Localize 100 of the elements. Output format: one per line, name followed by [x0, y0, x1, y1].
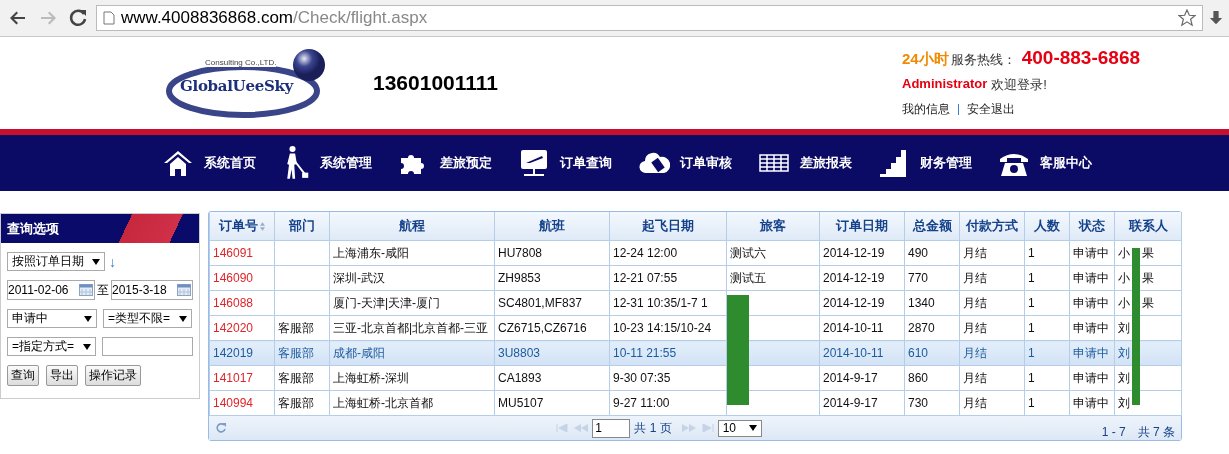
table-cell: [274, 290, 330, 316]
date-field[interactable]: 2015-3-18: [111, 280, 193, 300]
header-link[interactable]: 我的信息: [902, 101, 950, 118]
calendar-icon[interactable]: [177, 284, 191, 296]
column-header[interactable]: 航程: [329, 212, 495, 241]
url-text: www.4008836868.com/Check/flight.aspx: [121, 8, 428, 28]
nav-link[interactable]: 系统首页: [204, 154, 256, 172]
table-cell: 770: [904, 265, 960, 291]
logo-tagline: Consulting Co.,LTD.: [205, 59, 277, 67]
table-cell: 测试六: [726, 240, 820, 266]
table-cell: 10-23 14:15/10-24: [609, 315, 727, 341]
query-button[interactable]: 操作记录: [85, 365, 141, 386]
refresh-icon[interactable]: [215, 422, 227, 434]
nav-link[interactable]: 差旅预定: [440, 154, 492, 172]
table-cell: [274, 265, 330, 291]
table-cell: 1: [1024, 390, 1070, 416]
table-cell: 9-27 11:00: [609, 390, 727, 416]
nav-link[interactable]: 订单查询: [560, 154, 612, 172]
date-field[interactable]: 2011-02-06: [7, 280, 95, 300]
table-cell: 月结: [959, 240, 1025, 266]
table-cell: 申请中: [1069, 265, 1115, 291]
table-cell: 2870: [904, 315, 960, 341]
table-cell: [274, 240, 330, 266]
query-button[interactable]: 查询: [7, 365, 39, 386]
last-page-icon[interactable]: [701, 424, 714, 432]
status-select[interactable]: 申请中: [7, 309, 97, 328]
table-cell: 140994: [209, 390, 275, 416]
table-cell: 月结: [959, 290, 1025, 316]
table-cell: 12-24 12:00: [609, 240, 727, 266]
address-bar[interactable]: www.4008836868.com/Check/flight.aspx: [96, 5, 1203, 31]
column-header[interactable]: 状态: [1069, 212, 1115, 241]
table-cell: 三亚-北京首都|北京首都-三亚: [329, 315, 495, 341]
header-link[interactable]: 安全退出: [967, 101, 1015, 118]
page-size-select[interactable]: 10: [717, 419, 762, 437]
column-header[interactable]: 旅客: [726, 212, 820, 241]
table-cell: 上海浦东-咸阳: [329, 240, 495, 266]
type-select[interactable]: =类型不限=: [103, 309, 192, 328]
to-label: 至: [97, 281, 109, 299]
table-cell: 申请中: [1069, 290, 1115, 316]
table-cell: 141017: [209, 365, 275, 391]
welcome-text: 欢迎登录!: [991, 76, 1047, 94]
table-cell: 上海虹桥-深圳: [329, 365, 495, 391]
date-type-select[interactable]: 按照订单日期: [7, 252, 105, 271]
sort-icon[interactable]: [260, 222, 265, 232]
table-row[interactable]: 142019 客服部 成都-咸阳 3U8803 10-11 21:55 2014-10-11 610 月结 1 申请中 刘: [209, 340, 1182, 366]
method-select[interactable]: =指定方式=: [7, 337, 97, 356]
next-page-icon[interactable]: [681, 424, 696, 432]
table-row[interactable]: 146091 上海浦东-咸阳 HU7808 12-24 12:00 测试六 2014-12-19 490 月结 1 申请中 小 果: [209, 240, 1182, 266]
column-header[interactable]: 人数: [1024, 212, 1070, 241]
nav-link[interactable]: 客服中心: [1040, 154, 1092, 172]
page-count: 共 1 页: [634, 419, 672, 437]
column-header[interactable]: 航班: [494, 212, 610, 241]
table-cell: 申请中: [1069, 365, 1115, 391]
query-button[interactable]: 导出: [46, 365, 78, 386]
table-cell: 1: [1024, 315, 1070, 341]
table-cell: 1: [1024, 265, 1070, 291]
column-header[interactable]: 付款方式: [959, 212, 1025, 241]
nav-link[interactable]: 差旅报表: [800, 154, 852, 172]
table-cell: 客服部: [274, 390, 330, 416]
table-cell: 客服部: [274, 315, 330, 341]
table-cell: 上海虹桥-北京首都: [329, 390, 495, 416]
table-cell: 2014-12-19: [819, 265, 905, 291]
table-cell: 1: [1024, 365, 1070, 391]
column-header[interactable]: 部门: [274, 212, 330, 241]
input-field[interactable]: [102, 337, 193, 356]
column-header[interactable]: 总金额: [904, 212, 960, 241]
table-cell: 142019: [209, 340, 275, 366]
table-cell: 2014-10-11: [819, 340, 905, 366]
nav-link[interactable]: 财务管理: [920, 154, 972, 172]
table-cell: 成都-咸阳: [329, 340, 495, 366]
table-cell: 142020: [209, 315, 275, 341]
table-cell: 申请中: [1069, 240, 1115, 266]
column-header[interactable]: 订单号: [209, 212, 275, 241]
table-cell: 2014-12-19: [819, 290, 905, 316]
first-page-icon[interactable]: [556, 424, 569, 432]
download-icon[interactable]: [1209, 9, 1223, 27]
table-cell: 2014-9-17: [819, 365, 905, 391]
record-summary: 1 - 7 共 7 条: [1101, 423, 1175, 441]
hours-label: 24小时: [902, 50, 949, 69]
table-cell: 深圳-武汉: [329, 265, 495, 291]
column-header[interactable]: 联系人: [1114, 212, 1182, 241]
table-cell: 730: [904, 390, 960, 416]
page-field[interactable]: 1: [592, 418, 631, 438]
previous-page-icon[interactable]: [574, 424, 589, 432]
table-cell: 1: [1024, 290, 1070, 316]
table-cell: 10-11 21:55: [609, 340, 727, 366]
star-icon[interactable]: [1178, 9, 1196, 27]
table-cell: 12-31 10:35/1-7 1: [609, 290, 727, 316]
nav-link[interactable]: 系统管理: [320, 154, 372, 172]
table-cell: 测试五: [726, 265, 820, 291]
table-cell: CZ6715,CZ6716: [494, 315, 610, 341]
nav-link[interactable]: 订单审核: [680, 154, 732, 172]
table-cell: 146091: [209, 240, 275, 266]
table-cell: 1340: [904, 290, 960, 316]
table-cell: 申请中: [1069, 315, 1115, 341]
column-header[interactable]: 订单日期: [819, 212, 905, 241]
table-cell: 490: [904, 240, 960, 266]
calendar-icon[interactable]: [79, 284, 93, 296]
sort-arrow[interactable]: ↓: [109, 253, 116, 270]
column-header[interactable]: 起飞日期: [609, 212, 727, 241]
